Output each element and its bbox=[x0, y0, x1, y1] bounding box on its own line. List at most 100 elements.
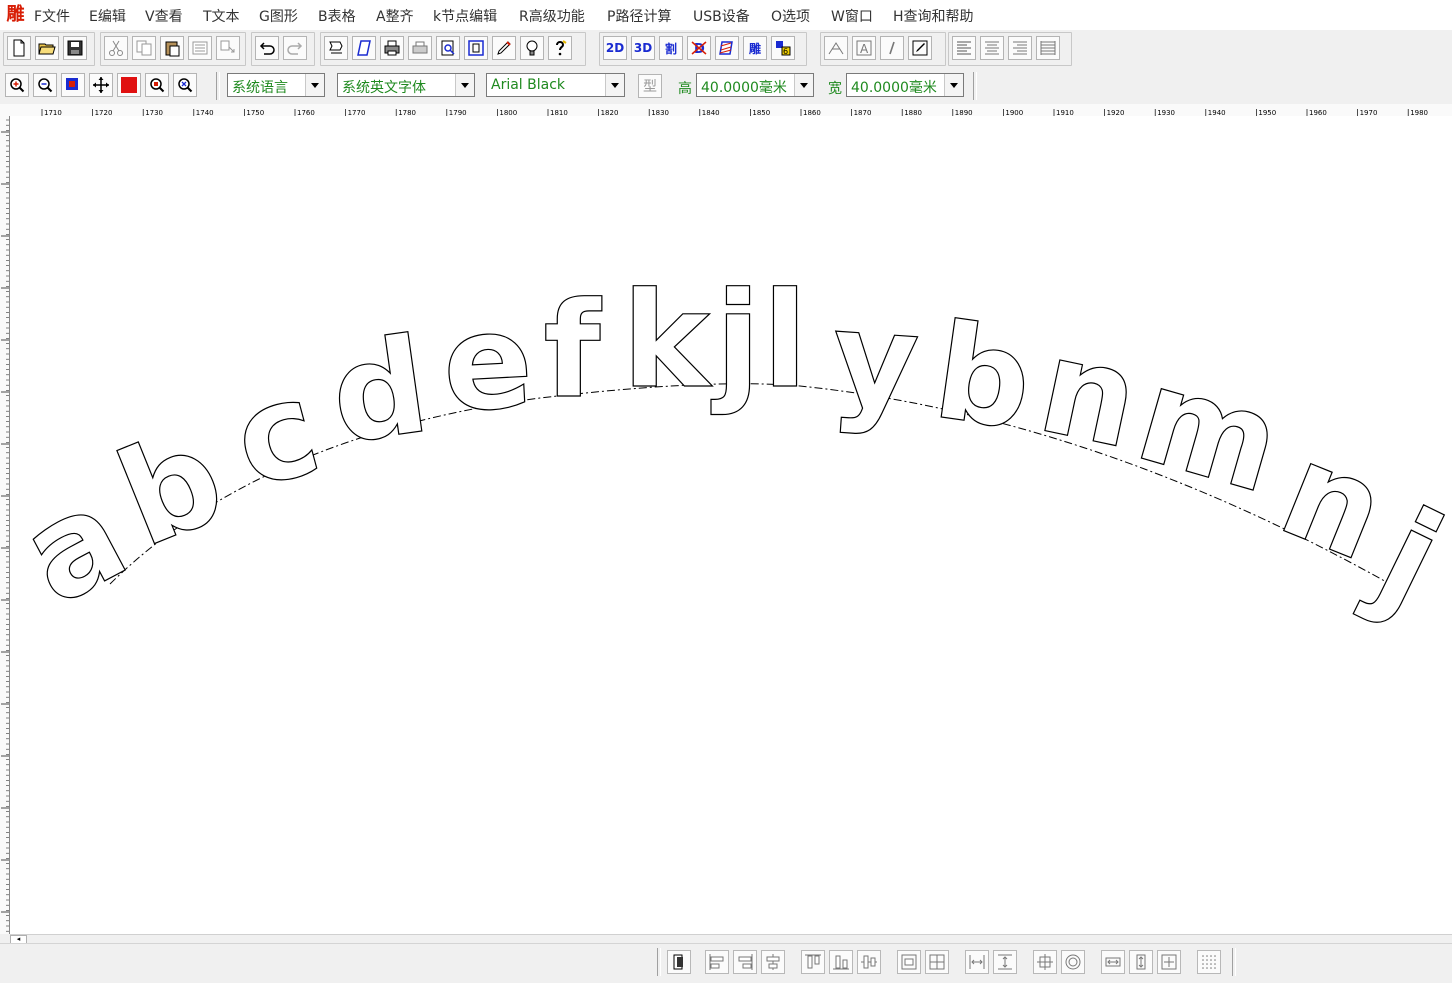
align-right-button[interactable] bbox=[1008, 36, 1032, 60]
concentric-button[interactable] bbox=[1061, 950, 1085, 974]
menu-help[interactable]: H查询和帮助 bbox=[893, 6, 974, 26]
print-preview-button[interactable] bbox=[436, 36, 460, 60]
align-v-center-button[interactable] bbox=[857, 950, 881, 974]
menu-view[interactable]: V查看 bbox=[145, 6, 183, 26]
select-object-button[interactable] bbox=[667, 950, 691, 974]
move-arrows-icon bbox=[93, 77, 109, 93]
arc-letter[interactable]: e bbox=[438, 283, 537, 443]
stop-button[interactable] bbox=[117, 73, 141, 97]
same-width-button[interactable] bbox=[1101, 950, 1125, 974]
menu-edit[interactable]: E编辑 bbox=[89, 6, 126, 26]
distribute-vertical-button[interactable] bbox=[993, 950, 1017, 974]
mode-2d-button[interactable]: 2D bbox=[603, 36, 627, 60]
grid-button[interactable] bbox=[1197, 950, 1221, 974]
cut-button[interactable] bbox=[104, 36, 128, 60]
help-button[interactable] bbox=[548, 36, 572, 60]
pan-button[interactable] bbox=[89, 73, 113, 97]
drawing-canvas[interactable]: abcdefkjlybnmnj bbox=[0, 116, 1452, 934]
type-button[interactable]: 型 bbox=[638, 74, 662, 98]
center-page-button[interactable] bbox=[925, 950, 949, 974]
menu-window[interactable]: W窗口 bbox=[831, 6, 873, 26]
zoom-page-button[interactable] bbox=[173, 73, 197, 97]
menu-text[interactable]: T文本 bbox=[203, 6, 240, 26]
copy-button[interactable] bbox=[132, 36, 156, 60]
zoom-all-button[interactable] bbox=[145, 73, 169, 97]
zoom-out-button[interactable] bbox=[33, 73, 57, 97]
text-edit-button[interactable] bbox=[908, 36, 932, 60]
menu-graphics[interactable]: G图形 bbox=[259, 6, 298, 26]
menu-options[interactable]: O选项 bbox=[771, 6, 810, 26]
replace-button[interactable] bbox=[216, 36, 240, 60]
paste-special-button[interactable] bbox=[188, 36, 212, 60]
same-height-button[interactable] bbox=[1129, 950, 1153, 974]
zoom-in-button[interactable] bbox=[5, 73, 29, 97]
new-file-button[interactable] bbox=[7, 36, 31, 60]
italic-button[interactable] bbox=[880, 36, 904, 60]
text-effect-button[interactable] bbox=[824, 36, 848, 60]
menu-file[interactable]: F文件 bbox=[34, 6, 70, 26]
align-left-button[interactable] bbox=[952, 36, 976, 60]
cut-mode-button[interactable]: 割 bbox=[659, 36, 683, 60]
width-select[interactable]: 40.0000毫米 bbox=[846, 73, 964, 97]
arc-letter[interactable]: f bbox=[543, 273, 603, 428]
same-size-button[interactable] bbox=[1157, 950, 1181, 974]
align-left-edges-button[interactable] bbox=[705, 950, 729, 974]
arc-letter[interactable]: l bbox=[762, 263, 808, 418]
tips-button[interactable] bbox=[520, 36, 544, 60]
frame-button[interactable] bbox=[464, 36, 488, 60]
arc-letter[interactable]: d bbox=[322, 308, 438, 475]
arc-letter[interactable]: b bbox=[925, 294, 1041, 461]
engrave-button[interactable]: 雕 bbox=[743, 36, 767, 60]
paste-button[interactable] bbox=[160, 36, 184, 60]
undo-button[interactable] bbox=[255, 36, 279, 60]
align-justify-button[interactable] bbox=[1036, 36, 1060, 60]
rotate-page-button[interactable] bbox=[352, 36, 376, 60]
delete-path-button[interactable]: D bbox=[687, 36, 711, 60]
chevron-down-icon[interactable] bbox=[605, 74, 624, 96]
chevron-down-icon[interactable] bbox=[305, 74, 324, 96]
arc-letter[interactable]: k bbox=[622, 263, 714, 418]
chevron-down-icon[interactable] bbox=[944, 74, 963, 96]
language-select[interactable]: 系统语言 bbox=[227, 73, 325, 97]
zoom-window-button[interactable] bbox=[61, 73, 85, 97]
vertical-ruler[interactable] bbox=[0, 116, 10, 934]
print-setup-button[interactable] bbox=[408, 36, 432, 60]
mode-3d-button[interactable]: 3D bbox=[631, 36, 655, 60]
chevron-down-icon[interactable] bbox=[455, 74, 474, 96]
height-select[interactable]: 40.0000毫米 bbox=[696, 73, 814, 97]
menu-advanced[interactable]: R高级功能 bbox=[519, 6, 585, 26]
arc-letter[interactable]: m bbox=[1121, 337, 1297, 524]
font-cn-select[interactable]: 系统英文字体 bbox=[337, 73, 475, 97]
fill-pattern-button[interactable] bbox=[715, 36, 739, 60]
chevron-down-icon[interactable] bbox=[794, 74, 813, 96]
center-object-button[interactable] bbox=[1033, 950, 1057, 974]
align-h-center-button[interactable] bbox=[761, 950, 785, 974]
text-outline-button[interactable]: A bbox=[852, 36, 876, 60]
fill-pattern-icon bbox=[719, 41, 733, 55]
align-bottom-button[interactable] bbox=[829, 950, 853, 974]
menu-align[interactable]: A整齐 bbox=[376, 6, 414, 26]
menu-path-calc[interactable]: P路径计算 bbox=[607, 6, 671, 26]
redo-button[interactable] bbox=[283, 36, 307, 60]
align-top-button[interactable] bbox=[801, 950, 825, 974]
arc-letter[interactable]: y bbox=[826, 281, 924, 442]
distribute-horizontal-button[interactable] bbox=[965, 950, 989, 974]
same-size-icon bbox=[1161, 954, 1177, 970]
print-button[interactable] bbox=[380, 36, 404, 60]
arc-letter[interactable]: c bbox=[218, 349, 335, 519]
save-button[interactable] bbox=[63, 36, 87, 60]
open-file-button[interactable] bbox=[35, 36, 59, 60]
pen-tool-button[interactable] bbox=[492, 36, 516, 60]
align-right-edges-button[interactable] bbox=[733, 950, 757, 974]
menu-table[interactable]: B表格 bbox=[318, 6, 356, 26]
align-center-button[interactable] bbox=[980, 36, 1004, 60]
color-settings-button[interactable]: 6 bbox=[771, 36, 795, 60]
import-button[interactable] bbox=[324, 36, 348, 60]
menu-node-edit[interactable]: k节点编辑 bbox=[433, 6, 497, 26]
menu-usb-device[interactable]: USB设备 bbox=[693, 6, 750, 26]
toolbar-separator bbox=[216, 72, 220, 100]
print-setup-icon bbox=[412, 41, 428, 54]
arc-letter[interactable]: j bbox=[710, 263, 761, 418]
center-horizontal-button[interactable] bbox=[897, 950, 921, 974]
font-en-select[interactable]: Arial Black bbox=[486, 73, 625, 97]
